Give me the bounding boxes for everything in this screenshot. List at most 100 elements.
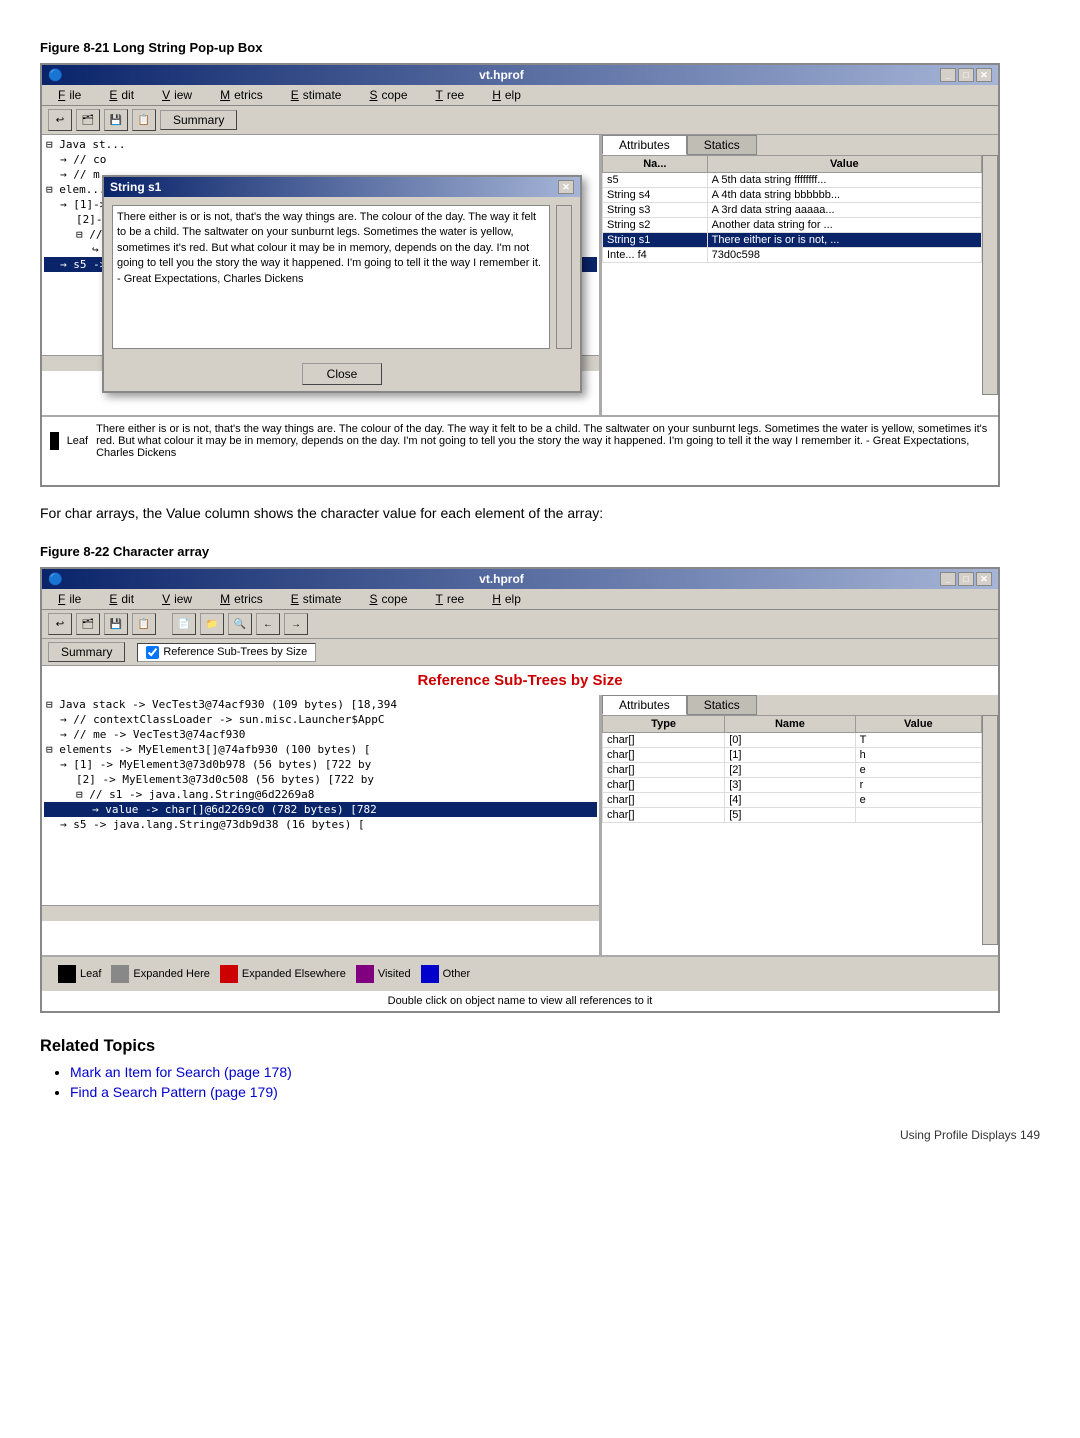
menu-view[interactable]: View	[154, 87, 196, 103]
menu2-help[interactable]: Help	[484, 591, 525, 607]
tab-statics2[interactable]: Statics	[687, 695, 757, 715]
cell-name: [5]	[725, 808, 855, 823]
toolbar-btn2[interactable]: 💾	[104, 109, 128, 131]
dialog-scrollbar[interactable]	[556, 205, 572, 349]
summary-button1[interactable]: Summary	[160, 110, 237, 130]
vert-scrollbar-attr1[interactable]	[982, 155, 998, 395]
toolbar2-btn6[interactable]: 🔍	[228, 613, 252, 635]
table-row[interactable]: char[] [3] r	[603, 778, 982, 793]
cell-name: Inte... f4	[603, 248, 708, 263]
toolbar2-btn8[interactable]: →	[284, 613, 308, 635]
tree-item2[interactable]: ⊟ // s1 -> java.lang.String@6d2269a8	[44, 787, 597, 802]
tree-item2[interactable]: → value -> char[]@6d2269c0 (782 bytes) […	[44, 802, 597, 817]
attr-tabs2: Attributes Statics	[602, 695, 998, 715]
menu2-file[interactable]: File	[50, 591, 85, 607]
menu2-view[interactable]: View	[154, 591, 196, 607]
tree-item2[interactable]: → // me -> VecTest3@74acf930	[44, 727, 597, 742]
menu-estimate[interactable]: Estimate	[283, 87, 346, 103]
toolbar2-btn5[interactable]: 📁	[200, 613, 224, 635]
window1-body: ⊟ Java st... → // co → // m ⊟ elem... → …	[42, 135, 998, 485]
window1-icon: 🔵	[48, 68, 63, 82]
menu-edit[interactable]: Edit	[101, 87, 138, 103]
dialog-close-button[interactable]: Close	[302, 363, 383, 385]
list-item: Find a Search Pattern (page 179)	[70, 1084, 1040, 1100]
checkbox-container[interactable]: Reference Sub-Trees by Size	[137, 643, 316, 662]
toolbar2-btn4[interactable]: 📄	[172, 613, 196, 635]
attr-panel1: Attributes Statics Na... Value	[602, 135, 998, 415]
tree-item2[interactable]: → // contextClassLoader -> sun.misc.Laun…	[44, 712, 597, 727]
window2-title: vt.hprof	[479, 572, 524, 586]
tab-attributes2[interactable]: Attributes	[602, 695, 687, 715]
related-link-2[interactable]: Find a Search Pattern (page 179)	[70, 1084, 278, 1100]
attr-table-container1: Na... Value s5 A 5th data string fffffff…	[602, 155, 982, 395]
menu-file[interactable]: File	[50, 87, 85, 103]
horiz-scrollbar2[interactable]	[42, 905, 599, 921]
toolbar2-btn2[interactable]: 💾	[104, 613, 128, 635]
table-row[interactable]: String s2 Another data string for ...	[603, 218, 982, 233]
toolbar2-undo[interactable]: ↩	[48, 613, 72, 635]
toolbar2-btn1[interactable]: 🗂	[76, 613, 100, 635]
minimize-button2[interactable]: _	[940, 572, 956, 586]
menu2-edit[interactable]: Edit	[101, 591, 138, 607]
toolbar-btn1[interactable]: 🗂	[76, 109, 100, 131]
window2-toolbar2: Summary Reference Sub-Trees by Size	[42, 639, 998, 666]
table-row[interactable]: Inte... f4 73d0c598	[603, 248, 982, 263]
dialog-close-x[interactable]: ✕	[558, 180, 574, 194]
window2-toolbar: ↩ 🗂 💾 📋 📄 📁 🔍 ← →	[42, 610, 998, 639]
close-button2[interactable]: ✕	[976, 572, 992, 586]
menu-help[interactable]: Help	[484, 87, 525, 103]
window2: 🔵 vt.hprof _ □ ✕ File Edit View Metrics …	[40, 567, 1000, 1013]
cell-name: [1]	[725, 748, 855, 763]
table-row[interactable]: String s3 A 3rd data string aaaaa...	[603, 203, 982, 218]
table-row[interactable]: String s1 There either is or is not, ...	[603, 233, 982, 248]
tree-item[interactable]: ⊟ Java st...	[44, 137, 597, 152]
table-row[interactable]: char[] [4] e	[603, 793, 982, 808]
tree-item2[interactable]: ⊟ Java stack -> VecTest3@74acf930 (109 b…	[44, 697, 597, 712]
cell-name: [0]	[725, 733, 855, 748]
menu-tree[interactable]: Tree	[428, 87, 469, 103]
menu2-tree[interactable]: Tree	[428, 591, 469, 607]
summary-button2[interactable]: Summary	[48, 642, 125, 662]
checkbox-label: Reference Sub-Trees by Size	[163, 646, 307, 658]
toolbar-btn3[interactable]: 📋	[132, 109, 156, 131]
menu-metrics[interactable]: Metrics	[212, 87, 267, 103]
menu2-estimate[interactable]: Estimate	[283, 591, 346, 607]
maximize-button2[interactable]: □	[958, 572, 974, 586]
tree-body2[interactable]: ⊟ Java stack -> VecTest3@74acf930 (109 b…	[42, 695, 599, 905]
footer-text: Using Profile Displays 149	[900, 1128, 1040, 1142]
tree-item2[interactable]: → [1] -> MyElement3@73d0b978 (56 bytes) …	[44, 757, 597, 772]
tab-attributes1[interactable]: Attributes	[602, 135, 687, 155]
window1-controls: _ □ ✕	[940, 68, 992, 82]
related-link-1[interactable]: Mark an Item for Search (page 178)	[70, 1064, 292, 1080]
vert-scrollbar-attr2[interactable]	[982, 715, 998, 945]
toolbar2-btn7[interactable]: ←	[256, 613, 280, 635]
close-button[interactable]: ✕	[976, 68, 992, 82]
table-row[interactable]: s5 A 5th data string ffffffff...	[603, 173, 982, 188]
tab-statics1[interactable]: Statics	[687, 135, 757, 155]
toolbar-undo[interactable]: ↩	[48, 109, 72, 131]
minimize-button[interactable]: _	[940, 68, 956, 82]
menu-scope[interactable]: Scope	[361, 87, 411, 103]
tree-item2[interactable]: → s5 -> java.lang.String@73db9d38 (16 by…	[44, 817, 597, 832]
tree-item[interactable]: → // co	[44, 152, 597, 167]
toolbar2-btn3[interactable]: 📋	[132, 613, 156, 635]
window2-inner: ⊟ Java stack -> VecTest3@74acf930 (109 b…	[42, 695, 998, 955]
attr-content1: Na... Value s5 A 5th data string fffffff…	[602, 155, 998, 395]
cell-name: String s4	[603, 188, 708, 203]
table-row[interactable]: char[] [2] e	[603, 763, 982, 778]
leaf-color-box	[50, 432, 59, 450]
cell-name: String s3	[603, 203, 708, 218]
menu2-metrics[interactable]: Metrics	[212, 591, 267, 607]
menu2-scope[interactable]: Scope	[361, 591, 411, 607]
table-row[interactable]: char[] [0] T	[603, 733, 982, 748]
window2-titlebar: 🔵 vt.hprof _ □ ✕	[42, 569, 998, 589]
tree-item2[interactable]: [2] -> MyElement3@73d0c508 (56 bytes) [7…	[44, 772, 597, 787]
tree-item2[interactable]: ⊟ elements -> MyElement3[]@74afb930 (100…	[44, 742, 597, 757]
table-row[interactable]: char[] [1] h	[603, 748, 982, 763]
ref-subtrees-checkbox[interactable]	[146, 646, 159, 659]
table-row[interactable]: char[] [5]	[603, 808, 982, 823]
list-item: Mark an Item for Search (page 178)	[70, 1064, 1040, 1080]
dialog-text: There either is or is not, that's the wa…	[112, 205, 550, 349]
maximize-button[interactable]: □	[958, 68, 974, 82]
table-row[interactable]: String s4 A 4th data string bbbbbb...	[603, 188, 982, 203]
